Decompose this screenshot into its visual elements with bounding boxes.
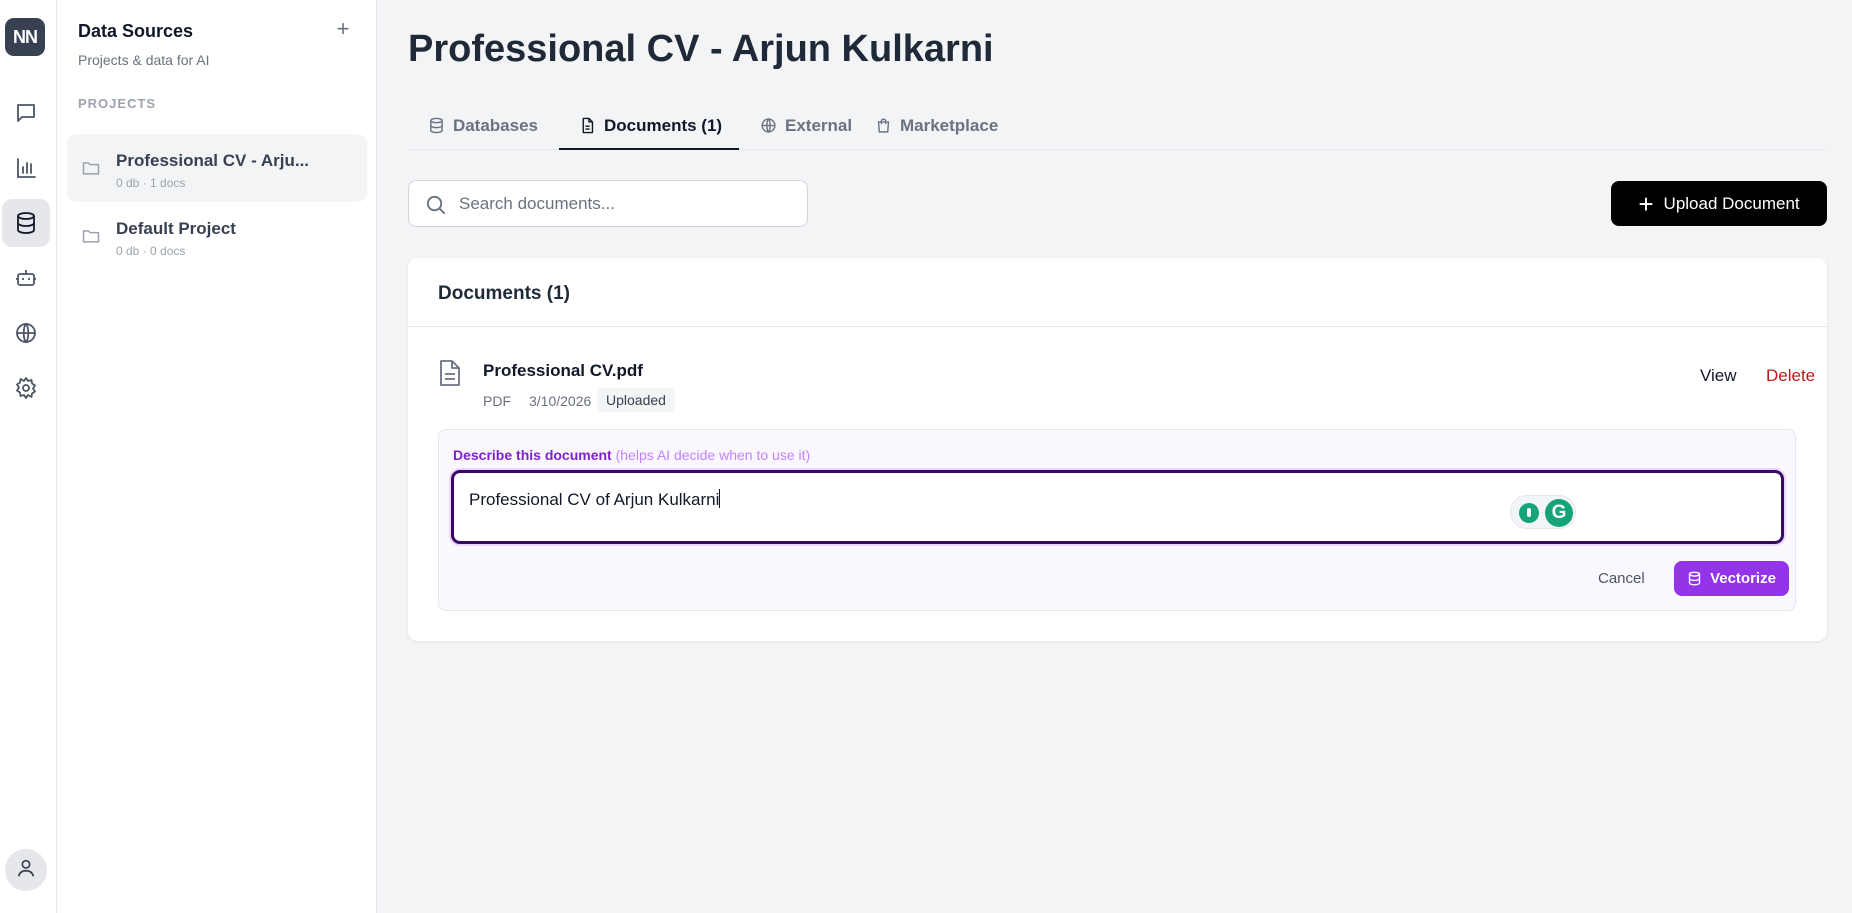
tab-databases[interactable]: Databases: [428, 110, 538, 150]
description-value: Professional CV of Arjun Kulkarni: [469, 490, 720, 509]
document-type: PDF: [483, 393, 511, 409]
describe-hint: (helps AI decide when to use it): [615, 447, 811, 463]
icon-rail: NN: [0, 0, 57, 913]
grammarly-widget[interactable]: G: [1510, 495, 1576, 529]
main-content: Professional CV - Arjun Kulkarni Databas…: [378, 0, 1852, 913]
folder-icon: [81, 158, 101, 178]
file-icon: [582, 117, 594, 134]
globe-icon[interactable]: [2, 309, 50, 357]
tab-label: Marketplace: [900, 116, 999, 135]
data-sources-sidebar: Data Sources Projects & data for AI + PR…: [57, 0, 377, 913]
chat-icon[interactable]: [2, 89, 50, 137]
description-textarea[interactable]: Professional CV of Arjun Kulkarni G: [451, 470, 1784, 544]
project-item[interactable]: Professional CV - Arju... 0 db · 1 docs: [67, 134, 367, 202]
vectorize-label: Vectorize: [1710, 570, 1776, 587]
describe-label: Describe this document (helps AI decide …: [453, 447, 810, 463]
card-header: Documents (1): [408, 258, 1827, 327]
tab-marketplace[interactable]: Marketplace: [875, 110, 1015, 150]
plus-icon: +: [1638, 188, 1654, 219]
sidebar-title: Data Sources: [78, 21, 194, 41]
database-icon[interactable]: [2, 199, 50, 247]
describe-label-text: Describe this document: [453, 447, 612, 463]
description-text: Professional CV of Arjun Kulkarni: [469, 489, 721, 510]
project-name: Default Project: [116, 219, 236, 238]
tab-label: External: [785, 116, 853, 135]
user-icon: [15, 857, 37, 884]
sidebar-subtitle: Projects & data for AI: [78, 52, 210, 68]
search-input[interactable]: [459, 189, 789, 219]
status-badge: Uploaded: [597, 388, 675, 412]
database-icon: [430, 117, 443, 134]
project-meta: 0 db · 0 docs: [116, 244, 186, 258]
tab-external[interactable]: External: [760, 110, 860, 150]
tab-documents[interactable]: Documents (1): [559, 110, 739, 150]
upload-label: Upload Document: [1663, 193, 1800, 213]
delete-button[interactable]: Delete: [1766, 366, 1815, 386]
database-icon: [1688, 571, 1701, 586]
project-meta: 0 db · 1 docs: [116, 176, 186, 190]
search-box: [408, 180, 808, 227]
bot-icon[interactable]: [2, 254, 50, 302]
lightbulb-icon: [1519, 503, 1539, 523]
workspace-logo[interactable]: NN: [5, 18, 45, 56]
document-date: 3/10/2026: [529, 393, 592, 409]
project-name: Professional CV - Arju...: [116, 151, 310, 170]
view-button[interactable]: View: [1700, 366, 1737, 386]
text-caret: [719, 489, 721, 508]
grammarly-icon: G: [1545, 499, 1573, 527]
tab-label: Documents (1): [604, 116, 723, 135]
card-title: Documents (1): [438, 283, 570, 304]
folder-icon: [81, 226, 101, 246]
tab-bar: Databases Documents (1) External Marketp…: [408, 110, 1826, 150]
documents-card: Documents (1) Professional CV.pdf PDF 3/…: [408, 258, 1827, 641]
page-title: Professional CV - Arjun Kulkarni: [408, 28, 994, 70]
document-name: Professional CV.pdf: [483, 361, 643, 380]
cancel-button[interactable]: Cancel: [1598, 570, 1645, 587]
projects-section-label: PROJECTS: [78, 96, 157, 111]
gear-icon[interactable]: [2, 364, 50, 412]
shopping-bag-icon: [877, 118, 890, 133]
search-icon: [426, 195, 446, 215]
upload-document-button[interactable]: + Upload Document: [1611, 181, 1827, 226]
bar-chart-icon[interactable]: [2, 144, 50, 192]
tab-label: Databases: [452, 116, 538, 135]
vectorize-button[interactable]: Vectorize: [1674, 561, 1789, 596]
file-icon: [438, 359, 462, 387]
globe-icon: [761, 118, 776, 133]
project-item[interactable]: Default Project 0 db · 0 docs: [67, 202, 367, 270]
user-avatar-button[interactable]: [5, 849, 47, 891]
describe-document-panel: Describe this document (helps AI decide …: [438, 429, 1796, 611]
add-project-button[interactable]: +: [332, 18, 354, 40]
